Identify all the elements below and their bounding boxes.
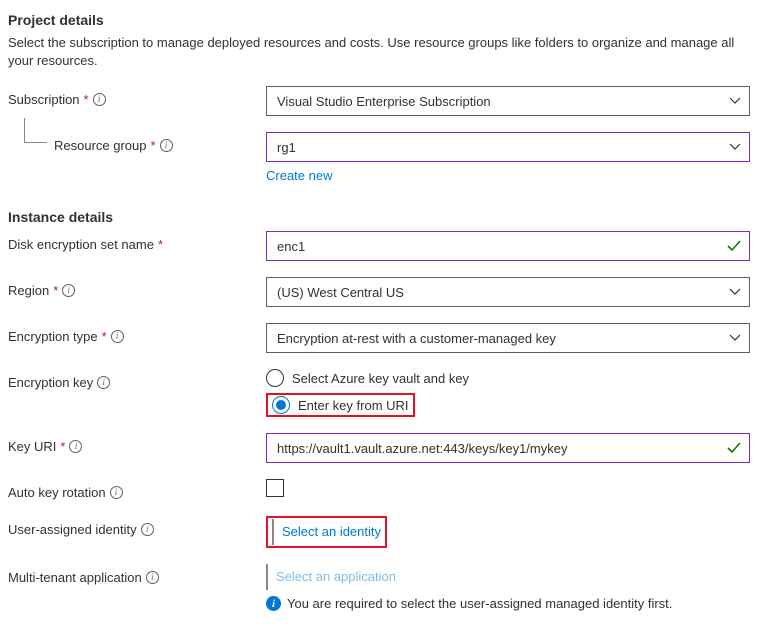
radio-select-keyvault-label: Select Azure key vault and key bbox=[292, 371, 469, 386]
subscription-value: Visual Studio Enterprise Subscription bbox=[277, 94, 491, 109]
user-assigned-identity-label: User-assigned identity bbox=[8, 522, 137, 537]
select-application-link: Select an application bbox=[266, 564, 396, 590]
resource-group-label: Resource group bbox=[54, 138, 147, 153]
encryption-key-label: Encryption key bbox=[8, 375, 93, 390]
multi-tenant-application-label: Multi-tenant application bbox=[8, 570, 142, 585]
info-icon[interactable]: i bbox=[62, 284, 75, 297]
info-icon[interactable]: i bbox=[69, 440, 82, 453]
encryption-type-select[interactable]: Encryption at-rest with a customer-manag… bbox=[266, 323, 750, 353]
key-uri-value: https://vault1.vault.azure.net:443/keys/… bbox=[277, 441, 567, 456]
required-asterisk: * bbox=[102, 329, 107, 344]
key-uri-label: Key URI bbox=[8, 439, 56, 454]
check-icon bbox=[727, 442, 741, 454]
info-icon[interactable]: i bbox=[146, 571, 159, 584]
select-identity-link[interactable]: Select an identity bbox=[272, 519, 381, 545]
key-uri-input[interactable]: https://vault1.vault.azure.net:443/keys/… bbox=[266, 433, 750, 463]
disk-encryption-set-name-label: Disk encryption set name bbox=[8, 237, 154, 252]
disk-encryption-set-name-input[interactable]: enc1 bbox=[266, 231, 750, 261]
subscription-select[interactable]: Visual Studio Enterprise Subscription bbox=[266, 86, 750, 116]
instance-details-title: Instance details bbox=[8, 209, 752, 225]
chevron-down-icon bbox=[729, 334, 741, 342]
required-asterisk: * bbox=[151, 138, 156, 153]
info-icon[interactable]: i bbox=[110, 486, 123, 499]
required-asterisk: * bbox=[84, 92, 89, 107]
radio-icon bbox=[272, 396, 290, 414]
resource-group-select[interactable]: rg1 bbox=[266, 132, 750, 162]
region-value: (US) West Central US bbox=[277, 285, 404, 300]
info-icon[interactable]: i bbox=[93, 93, 106, 106]
required-asterisk: * bbox=[60, 439, 65, 454]
required-asterisk: * bbox=[158, 237, 163, 252]
region-label: Region bbox=[8, 283, 49, 298]
project-details-description: Select the subscription to manage deploy… bbox=[8, 34, 752, 70]
info-icon[interactable]: i bbox=[160, 139, 173, 152]
region-select[interactable]: (US) West Central US bbox=[266, 277, 750, 307]
subscription-label: Subscription bbox=[8, 92, 80, 107]
check-icon bbox=[727, 240, 741, 252]
info-icon[interactable]: i bbox=[141, 523, 154, 536]
chevron-down-icon bbox=[729, 143, 741, 151]
radio-icon bbox=[266, 369, 284, 387]
auto-key-rotation-checkbox[interactable] bbox=[266, 479, 284, 497]
chevron-down-icon bbox=[729, 288, 741, 296]
required-asterisk: * bbox=[53, 283, 58, 298]
resource-group-value: rg1 bbox=[277, 140, 296, 155]
auto-key-rotation-label: Auto key rotation bbox=[8, 485, 106, 500]
encryption-type-label: Encryption type bbox=[8, 329, 98, 344]
info-icon[interactable]: i bbox=[97, 376, 110, 389]
encryption-type-value: Encryption at-rest with a customer-manag… bbox=[277, 331, 556, 346]
project-details-title: Project details bbox=[8, 12, 752, 28]
chevron-down-icon bbox=[729, 97, 741, 105]
create-new-link[interactable]: Create new bbox=[266, 168, 332, 183]
radio-enter-key-uri[interactable]: Enter key from URI bbox=[266, 393, 750, 417]
radio-select-keyvault[interactable]: Select Azure key vault and key bbox=[266, 369, 750, 387]
disk-encryption-set-name-value: enc1 bbox=[277, 239, 305, 254]
info-icon[interactable]: i bbox=[111, 330, 124, 343]
radio-enter-key-uri-label: Enter key from URI bbox=[298, 398, 409, 413]
